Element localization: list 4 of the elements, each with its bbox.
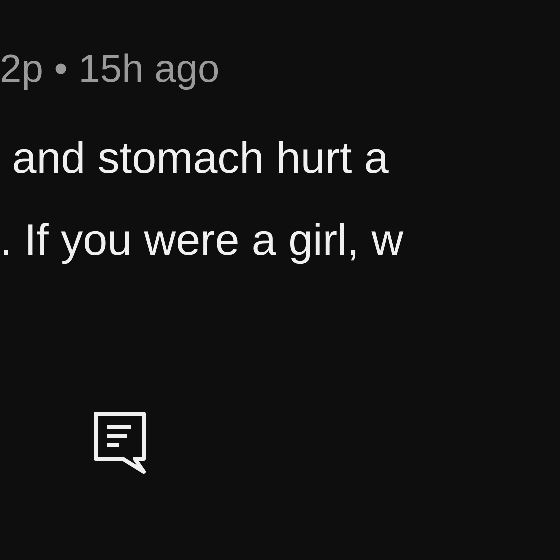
post-text-line: and stomach hurt a	[11, 134, 389, 183]
post-meta: 2p • 15h ago	[0, 47, 221, 89]
comment-icon[interactable]	[93, 411, 147, 475]
post-text-line: . If you were a girl, w	[0, 216, 404, 265]
